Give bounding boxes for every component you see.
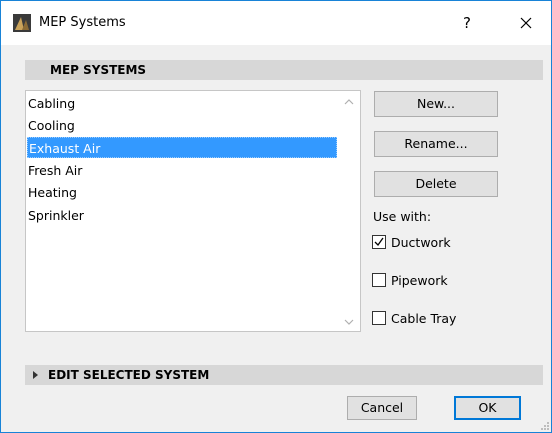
pipework-label: Pipework [391,273,448,288]
ductwork-checkbox[interactable] [372,235,386,249]
expand-triangle-icon [33,371,38,379]
list-item-fresh-air[interactable]: Fresh Air [27,160,337,181]
close-icon[interactable] [513,10,539,36]
list-item-heating[interactable]: Heating [27,182,337,203]
app-logo-icon [13,14,31,32]
systems-listbox[interactable]: Cabling Cooling Exhaust Air Fresh Air He… [25,90,361,332]
scroll-down-icon[interactable] [340,315,358,329]
checkmark-icon [374,237,384,247]
edit-selected-system-header[interactable]: EDIT SELECTED SYSTEM [25,365,543,385]
rename-button[interactable]: Rename... [374,131,498,157]
window-title: MEP Systems [39,15,126,30]
title-bar: MEP Systems ? [1,1,551,45]
new-button[interactable]: New... [374,91,498,117]
list-item-exhaust-air[interactable]: Exhaust Air [27,137,337,158]
mep-systems-section-header: MEP SYSTEMS [25,60,543,80]
delete-button[interactable]: Delete [374,171,498,197]
list-item-cabling[interactable]: Cabling [27,93,337,114]
help-button[interactable]: ? [454,10,480,36]
use-with-label: Use with: [373,209,432,224]
resize-grip-icon[interactable] [538,419,550,431]
cancel-button[interactable]: Cancel [347,396,417,420]
cable-tray-checkbox[interactable] [372,311,386,325]
ok-button[interactable]: OK [454,396,521,420]
cable-tray-label: Cable Tray [391,311,457,326]
list-item-sprinkler[interactable]: Sprinkler [27,205,337,226]
ductwork-label: Ductwork [391,235,451,250]
mep-systems-dialog: MEP Systems ? MEP SYSTEMS Cabling Coolin… [0,0,552,433]
pipework-checkbox[interactable] [372,273,386,287]
scroll-up-icon[interactable] [340,95,358,109]
edit-selected-system-label: EDIT SELECTED SYSTEM [48,368,210,382]
list-item-cooling[interactable]: Cooling [27,115,337,136]
